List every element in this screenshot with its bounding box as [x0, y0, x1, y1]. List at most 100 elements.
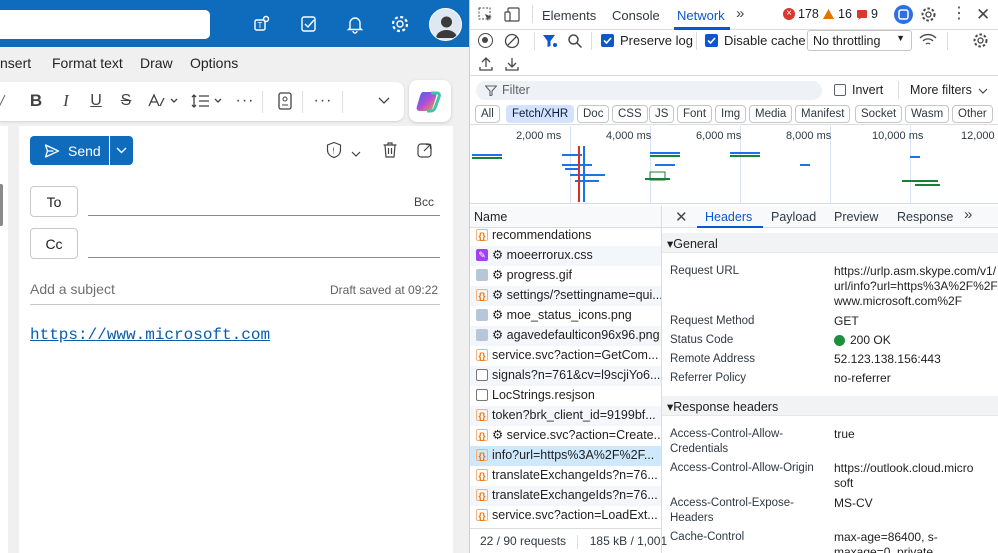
- type-chip-doc[interactable]: Doc: [577, 105, 610, 123]
- close-icon[interactable]: ✕: [976, 5, 990, 25]
- settings-icon[interactable]: [920, 6, 937, 26]
- teams-icon[interactable]: T: [248, 9, 278, 39]
- request-row[interactable]: {} translateExchangeIds?n=76...: [470, 486, 661, 506]
- tab-payload[interactable]: Payload: [771, 210, 816, 224]
- request-row-selected[interactable]: {} info?url=https%3A%2F%2F...: [470, 446, 661, 466]
- to-field[interactable]: [88, 215, 440, 216]
- throttling-select[interactable]: No throttling ▼: [807, 30, 912, 51]
- trash-icon[interactable]: [381, 141, 399, 162]
- device-toolbar-icon[interactable]: [504, 7, 522, 26]
- gear-icon[interactable]: [385, 9, 415, 39]
- filter-input[interactable]: Filter: [476, 81, 822, 100]
- more-tabs-icon[interactable]: »: [964, 206, 972, 223]
- upload-icon[interactable]: [478, 56, 494, 75]
- tab-options[interactable]: Options: [190, 55, 238, 71]
- name-column-header[interactable]: Name: [470, 206, 661, 228]
- sensitivity-icon[interactable]: !: [325, 141, 343, 162]
- more-filters-button[interactable]: More filters: [910, 83, 972, 97]
- type-chip-socket[interactable]: Socket: [855, 105, 903, 123]
- inspect-element-icon[interactable]: [478, 7, 494, 26]
- close-icon[interactable]: ✕: [675, 208, 688, 226]
- send-button[interactable]: Send: [30, 136, 109, 165]
- search-box[interactable]: [0, 10, 210, 39]
- italic-icon[interactable]: I: [55, 90, 77, 112]
- request-row[interactable]: ⚙ progress.gif: [470, 266, 661, 286]
- network-timeline[interactable]: 2,000 ms 4,000 ms 6,000 ms 8,000 ms 10,0…: [470, 126, 998, 204]
- invert-checkbox[interactable]: [834, 84, 846, 96]
- body-link[interactable]: https://www.microsoft.com: [30, 326, 270, 344]
- more-options-icon[interactable]: ···: [312, 90, 334, 112]
- error-count[interactable]: × 178: [783, 7, 819, 21]
- search-icon[interactable]: [567, 33, 583, 52]
- text-style-icon[interactable]: [146, 90, 182, 112]
- more-format-icon[interactable]: ···: [234, 90, 256, 112]
- tab-headers[interactable]: Headers: [705, 210, 752, 224]
- to-button[interactable]: To: [30, 186, 78, 217]
- subject-input[interactable]: Add a subject: [30, 281, 115, 297]
- request-row[interactable]: {} ⚙ settings/?settingname=qui...: [470, 286, 661, 306]
- request-row[interactable]: {} token?brk_client_id=9199bf...: [470, 406, 661, 426]
- issues-count[interactable]: 9: [856, 7, 878, 21]
- type-chip-js[interactable]: JS: [649, 105, 675, 123]
- avatar[interactable]: [429, 8, 462, 41]
- invert-label[interactable]: Invert: [852, 83, 883, 97]
- notes-icon[interactable]: [294, 9, 324, 39]
- copilot-button[interactable]: [409, 80, 451, 122]
- bell-icon[interactable]: [340, 9, 370, 39]
- line-spacing-icon[interactable]: [190, 90, 226, 112]
- bcc-button[interactable]: Bcc: [414, 195, 434, 209]
- send-options-button[interactable]: [110, 136, 133, 165]
- tab-format-text[interactable]: Format text: [52, 55, 123, 71]
- request-row[interactable]: ⚙ moe_status_icons.png: [470, 306, 661, 326]
- chevron-down-icon[interactable]: [351, 146, 361, 161]
- response-headers-section-header[interactable]: ▾Response headers: [662, 396, 998, 416]
- type-chip-other[interactable]: Other: [952, 105, 993, 123]
- disable-cache-checkbox[interactable]: [705, 34, 718, 47]
- request-row[interactable]: {} ⚙ service.svc?action=Create...: [470, 426, 661, 446]
- underline-icon[interactable]: U: [85, 90, 107, 112]
- strikethrough-icon[interactable]: S: [115, 90, 137, 112]
- chevron-down-icon[interactable]: [978, 88, 988, 95]
- network-conditions-icon[interactable]: [919, 33, 937, 51]
- network-settings-icon[interactable]: [972, 32, 989, 52]
- type-chip-fetch-xhr[interactable]: Fetch/XHR: [506, 105, 575, 123]
- type-chip-font[interactable]: Font: [677, 105, 713, 123]
- request-row[interactable]: {} translateExchangeIds?n=76...: [470, 466, 661, 486]
- tab-console[interactable]: Console: [612, 8, 660, 23]
- ribbon-clipped-control[interactable]: [0, 90, 8, 112]
- clear-icon[interactable]: [504, 33, 520, 52]
- preserve-log-checkbox[interactable]: [601, 34, 614, 47]
- filter-icon[interactable]: [542, 33, 558, 52]
- bold-icon[interactable]: B: [25, 90, 47, 112]
- tab-preview[interactable]: Preview: [834, 210, 878, 224]
- type-chip-manifest[interactable]: Manifest: [795, 105, 851, 123]
- disable-cache-label[interactable]: Disable cache: [724, 33, 806, 48]
- kebab-menu-icon[interactable]: ⋮: [951, 6, 967, 22]
- contact-card-icon[interactable]: [274, 90, 296, 112]
- general-section-header[interactable]: ▾General: [662, 233, 998, 253]
- type-chip-wasm[interactable]: Wasm: [905, 105, 950, 123]
- download-icon[interactable]: [504, 56, 520, 75]
- extension-icon[interactable]: [894, 5, 913, 24]
- request-row[interactable]: signals?n=761&cv=l9scjiYo6...: [470, 366, 661, 386]
- tab-response[interactable]: Response: [897, 210, 953, 224]
- type-chip-all[interactable]: All: [475, 105, 500, 123]
- type-chip-css[interactable]: CSS: [612, 105, 648, 123]
- pop-out-icon[interactable]: [416, 141, 434, 162]
- type-chip-media[interactable]: Media: [749, 105, 793, 123]
- tab-elements[interactable]: Elements: [542, 8, 596, 23]
- request-row[interactable]: LocStrings.resjson: [470, 386, 661, 406]
- warning-count[interactable]: 16: [822, 7, 852, 21]
- type-chip-img[interactable]: Img: [715, 105, 747, 123]
- request-row[interactable]: {} service.svc?action=LoadExt...: [470, 506, 661, 526]
- tab-insert[interactable]: nsert: [0, 55, 31, 71]
- tab-network[interactable]: Network: [677, 8, 725, 23]
- record-icon[interactable]: [478, 33, 493, 48]
- preserve-log-label[interactable]: Preserve log: [620, 33, 693, 48]
- request-row[interactable]: ⚙ agavedefaulticon96x96.png: [470, 326, 661, 346]
- tab-draw[interactable]: Draw: [140, 55, 173, 71]
- request-row[interactable]: {} service.svc?action=GetCom...: [470, 346, 661, 366]
- request-row[interactable]: {} recommendations: [470, 228, 661, 246]
- cc-field[interactable]: [88, 257, 440, 258]
- ribbon-expand-icon[interactable]: [376, 90, 392, 112]
